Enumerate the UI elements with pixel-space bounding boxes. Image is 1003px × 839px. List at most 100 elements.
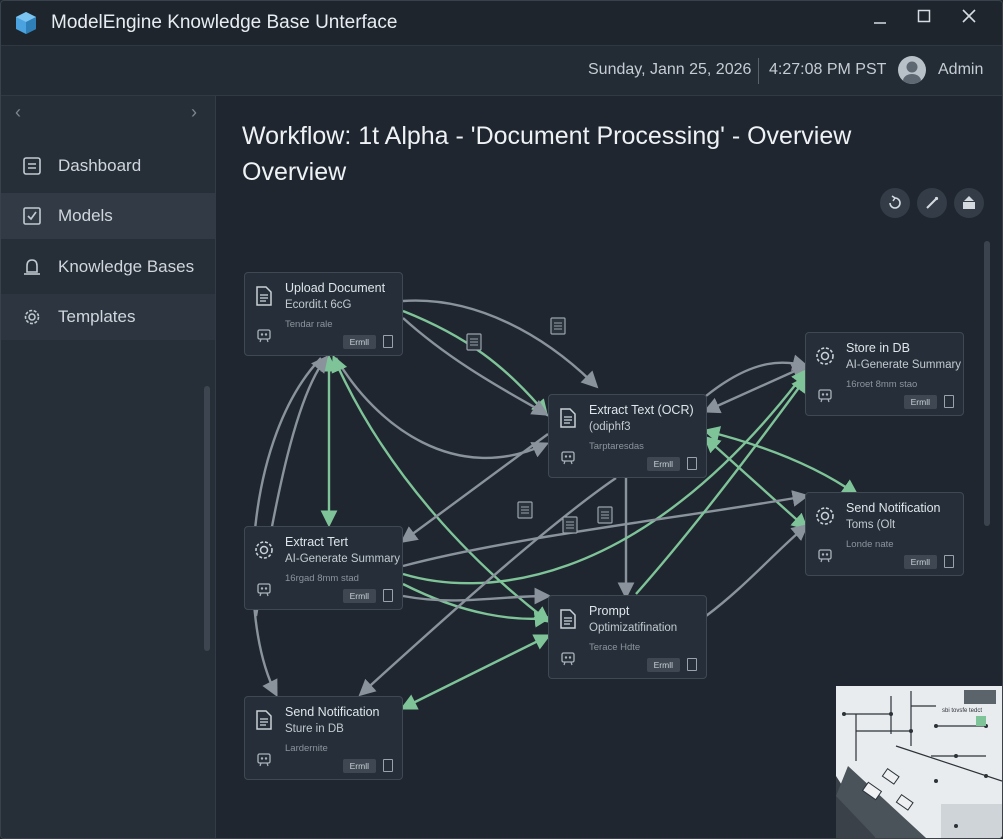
workflow-node-send-notification[interactable]: Send Notification Toms (Olt Londe nate E…: [805, 492, 964, 576]
robot-icon: [561, 652, 575, 666]
workflow-edge: [702, 426, 859, 496]
node-subtitle: Optimizatifination: [589, 622, 678, 634]
node-meta: Terace Hdte: [589, 642, 641, 653]
node-email-button[interactable]: Ermll: [342, 589, 376, 603]
trash-icon[interactable]: [944, 555, 954, 568]
minimap[interactable]: sbi tovsfe tedct: [835, 686, 1002, 838]
node-title: Prompt: [589, 604, 630, 618]
sidebar-scrollbar[interactable]: [204, 386, 210, 651]
workflow-edge: [402, 309, 549, 417]
document-icon: [256, 710, 272, 730]
robot-icon: [818, 549, 832, 563]
header-divider: [758, 58, 759, 84]
node-title: Extract Text (OCR): [589, 403, 694, 417]
node-subtitle: AI-Generate Summary: [846, 359, 962, 371]
node-email-button[interactable]: Ermll: [903, 555, 937, 569]
trash-icon[interactable]: [383, 589, 393, 602]
gear-icon: [255, 541, 273, 559]
title-bar: ModelEngine Knowledge Base Unterface: [1, 1, 1002, 46]
node-title: Send Notification: [285, 705, 380, 719]
sidebar-item-templates[interactable]: Templates: [1, 294, 215, 340]
sidebar-item-label: Knowledge Bases: [58, 257, 195, 276]
node-subtitle: Sture in DB: [285, 723, 344, 735]
workflow-edge: [703, 435, 809, 531]
sidebar-item-label: Templates: [58, 307, 136, 326]
workflow-node-extract-text-ocr[interactable]: Extract Text (OCR) (odiphf3 Tarptaresdas…: [548, 394, 707, 478]
header-time: 4:27:08 PM PST: [769, 61, 887, 78]
trash-icon[interactable]: [383, 335, 393, 348]
workflow-edge: [402, 582, 552, 628]
sidebar-item-label: Models: [58, 206, 113, 225]
close-button[interactable]: [952, 5, 986, 33]
node-email-button[interactable]: Ermll: [646, 658, 680, 672]
checkbox-icon: [23, 207, 41, 225]
node-title: Store in DB: [846, 341, 910, 355]
top-header: Sunday, Jann 25, 2026 4:27:08 PM PST Adm…: [1, 46, 1002, 96]
node-title: Extract Tert: [285, 535, 348, 549]
minimize-button[interactable]: [863, 5, 897, 33]
document-icon: [560, 408, 576, 428]
edge-document-icon: [466, 333, 482, 351]
sidebar-forward-icon[interactable]: ›: [191, 102, 197, 123]
robot-icon: [257, 583, 271, 597]
robot-icon: [561, 451, 575, 465]
gear-icon: [816, 507, 834, 525]
workflow-edge: [399, 634, 552, 710]
close-icon: [962, 9, 976, 23]
workflow-node-send-notification-store[interactable]: Send Notification Sture in DB Lardernite…: [244, 696, 403, 780]
edge-document-icon: [597, 506, 613, 524]
workflow-node-extract-text[interactable]: Extract Tert AI-Generate Summary 16rgad …: [244, 526, 403, 610]
robot-icon: [257, 329, 271, 343]
node-meta: Tarptaresdas: [589, 441, 644, 452]
trash-icon[interactable]: [944, 395, 954, 408]
node-title: Send Notification: [846, 501, 941, 515]
sidebar-item-label: Dashboard: [58, 156, 142, 175]
node-meta: 16roet 8mm stao: [846, 379, 918, 390]
document-icon: [256, 286, 272, 306]
sidebar-item-dashboard[interactable]: Dashboard: [1, 143, 215, 189]
workflow-node-upload-document[interactable]: Upload Document Ecordit.t 6cG Tendar ral…: [244, 272, 403, 356]
user-name[interactable]: Admin: [938, 61, 983, 79]
node-email-button[interactable]: Ermll: [646, 457, 680, 471]
trash-icon[interactable]: [687, 457, 697, 470]
edge-document-icon: [517, 501, 533, 519]
workflow-node-store-in-db[interactable]: Store in DB AI-Generate Summary 16roet 8…: [805, 332, 964, 416]
sidebar-back-icon[interactable]: ‹: [15, 102, 21, 123]
edge-document-icon: [550, 317, 566, 335]
node-meta: Londe nate: [846, 539, 894, 550]
workflow-edge: [334, 357, 550, 460]
node-title: Upload Document: [285, 281, 386, 295]
document-icon: [560, 609, 576, 629]
node-subtitle: Toms (Olt: [846, 519, 896, 531]
workflow-node-prompt-optimization[interactable]: Prompt Optimizatifination Terace Hdte Er…: [548, 595, 707, 679]
workflow-edge: [400, 433, 549, 543]
edge-document-icon: [562, 516, 578, 534]
node-subtitle: (odiphf3: [589, 421, 631, 433]
node-subtitle: Ecordit.t 6cG: [285, 299, 352, 311]
node-meta: Lardernite: [285, 743, 328, 754]
sidebar: ‹ › Dashboard Models Knowledge Bases Tem…: [1, 96, 216, 838]
sidebar-item-knowledge-bases[interactable]: Knowledge Bases: [1, 244, 215, 290]
node-email-button[interactable]: Ermll: [342, 759, 376, 773]
workflow-edge: [402, 587, 552, 605]
robot-icon: [257, 753, 271, 767]
maximize-button[interactable]: [907, 5, 941, 33]
node-email-button[interactable]: Ermll: [342, 335, 376, 349]
header-date: Sunday, Jann 25, 2026: [588, 61, 752, 78]
gear-icon: [816, 347, 834, 365]
workflow-canvas: Workflow: 1t Alpha - 'Document Processin…: [216, 96, 1002, 838]
minimap-label: sbi tovsfe tedct: [942, 708, 983, 714]
node-email-button[interactable]: Ermll: [903, 395, 937, 409]
app-logo-icon: [16, 12, 36, 34]
trash-icon[interactable]: [383, 759, 393, 772]
dashboard-icon: [23, 157, 41, 175]
workflow-edge: [705, 523, 809, 617]
user-avatar-icon[interactable]: [898, 56, 926, 84]
window-title: ModelEngine Knowledge Base Unterface: [51, 12, 398, 33]
node-meta: 16rgad 8mm stad: [285, 573, 359, 584]
trash-icon[interactable]: [687, 658, 697, 671]
app-window: ModelEngine Knowledge Base Unterface Sun…: [0, 0, 1003, 839]
robot-icon: [818, 389, 832, 403]
sidebar-item-models[interactable]: Models: [1, 193, 215, 239]
gear-icon: [24, 309, 40, 325]
